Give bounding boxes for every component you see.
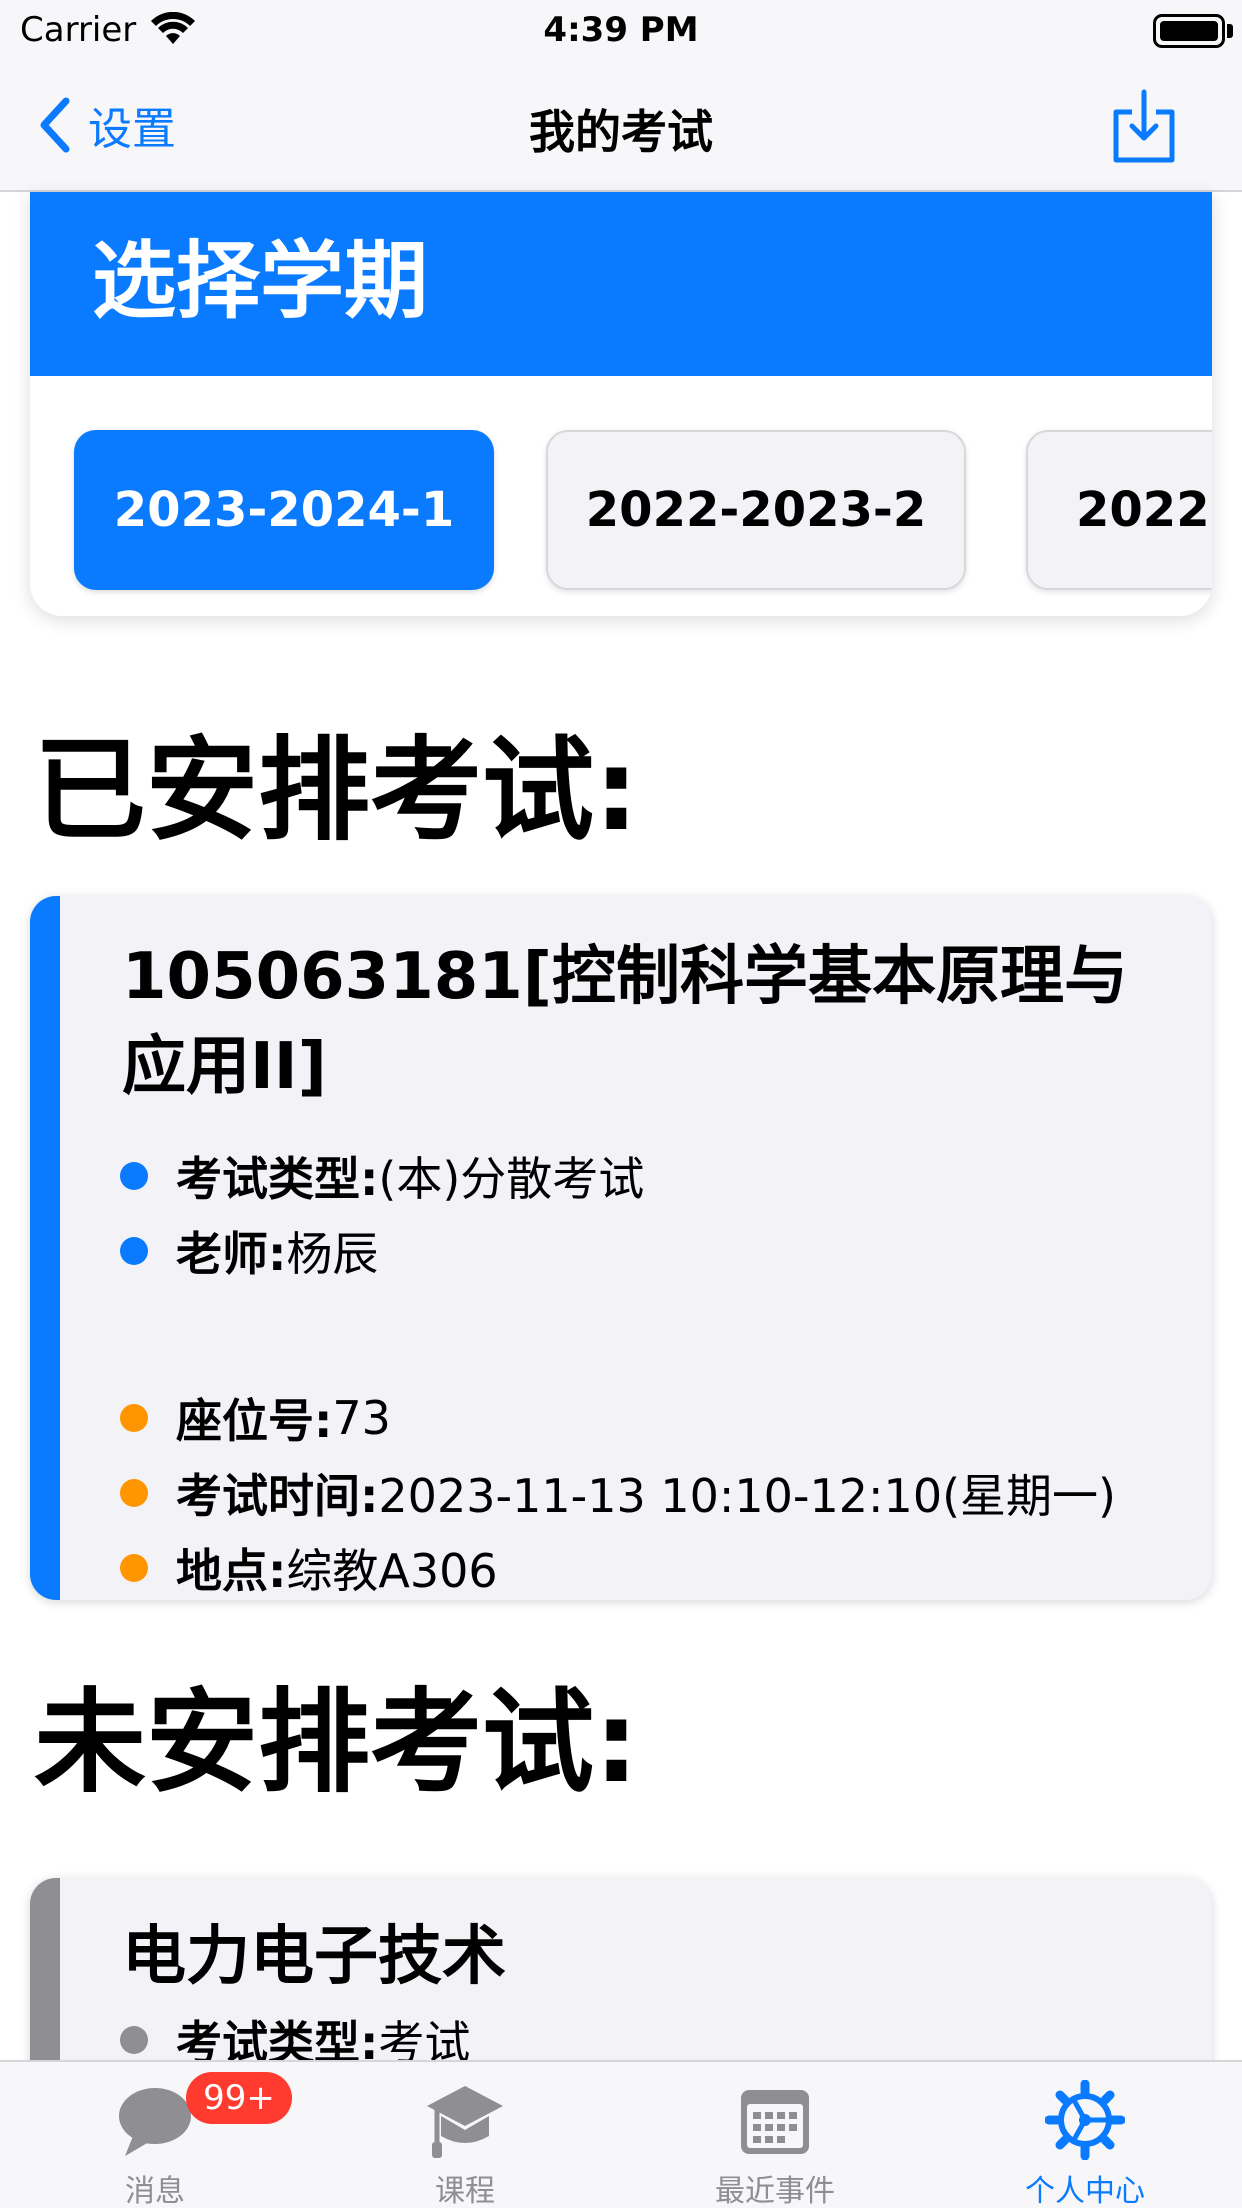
semester-card: 选择学期 2023-2024-1 2022-2023-2 2022-	[30, 192, 1212, 616]
orange-dot-icon	[120, 1404, 148, 1432]
exam-name: 电力电子技术	[122, 1920, 506, 1994]
tab-bar: 99+ 消息 课程 最近事件 个人中心	[0, 2060, 1242, 2208]
orange-dot-icon	[120, 1554, 148, 1582]
exam-card-accent-bar	[30, 896, 60, 1600]
tab-label: 消息	[125, 2174, 185, 2208]
exam-type-label: 考试类型:	[176, 1152, 379, 1206]
page-title: 我的考试	[529, 105, 713, 159]
blue-dot-icon	[120, 1162, 148, 1190]
graduation-cap-icon	[427, 2086, 503, 2158]
teacher-label: 老师:	[176, 1227, 287, 1281]
semester-option-2022-2023-2[interactable]: 2022-2023-2	[546, 430, 966, 590]
blue-dot-icon	[120, 1237, 148, 1265]
exam-card[interactable]: 105063181[控制科学基本原理与 应用II] 考试类型: (本)分散考试 …	[30, 896, 1212, 1600]
exam-type-row: 考试类型: (本)分散考试	[120, 1146, 644, 1206]
tab-personal-center[interactable]: 个人中心	[930, 2062, 1240, 2208]
calendar-icon	[741, 2090, 809, 2154]
tab-label: 个人中心	[1025, 2174, 1145, 2208]
unarranged-exams-title: 未安排考试:	[34, 1678, 639, 1808]
semester-header: 选择学期	[30, 192, 1212, 376]
status-time: 4:39 PM	[543, 10, 699, 50]
tab-label: 最近事件	[715, 2174, 835, 2208]
orange-dot-icon	[120, 1479, 148, 1507]
tab-label: 课程	[435, 2174, 495, 2208]
exam-time-value: 2023-11-13 10:10-12:10(星期一)	[378, 1469, 1116, 1523]
download-icon[interactable]	[1110, 88, 1178, 164]
exam-name-line-1: 105063181[控制科学基本原理与	[122, 940, 1129, 1014]
location-value: 综教A306	[286, 1544, 498, 1598]
semester-option-2023-2024-1[interactable]: 2023-2024-1	[74, 430, 494, 590]
tab-recent-events[interactable]: 最近事件	[620, 2062, 930, 2208]
seat-row: 座位号: 73	[120, 1388, 391, 1448]
gray-dot-icon	[120, 2026, 148, 2054]
exam-time-label: 考试时间:	[176, 1469, 379, 1523]
location-label: 地点:	[176, 1544, 287, 1598]
semester-option-2022-partial[interactable]: 2022-	[1026, 430, 1212, 590]
teacher-value: 杨辰	[286, 1227, 379, 1281]
exam-name-line-2: 应用II]	[122, 1030, 327, 1104]
tab-messages[interactable]: 99+ 消息	[0, 2062, 310, 2208]
message-bubble-icon	[119, 2088, 191, 2156]
battery-icon	[1153, 14, 1225, 48]
status-bar: Carrier 4:39 PM	[0, 0, 1242, 62]
navigation-bar: 设置 我的考试	[0, 62, 1242, 192]
exam-time-row: 考试时间: 2023-11-13 10:10-12:10(星期一)	[120, 1463, 1116, 1523]
exam-name: 105063181[控制科学基本原理与 应用II]	[122, 932, 1182, 1112]
exam-type-value: (本)分散考试	[378, 1152, 645, 1206]
gear-icon	[1045, 2080, 1125, 2160]
seat-value: 73	[332, 1391, 391, 1445]
teacher-row: 老师: 杨辰	[120, 1221, 378, 1281]
location-row: 地点: 综教A306	[120, 1538, 498, 1598]
semester-title: 选择学期	[92, 232, 429, 330]
seat-label: 座位号:	[176, 1394, 333, 1448]
tab-courses[interactable]: 课程	[310, 2062, 620, 2208]
unread-badge: 99+	[186, 2072, 292, 2124]
battery-tip	[1227, 24, 1233, 38]
arranged-exams-title: 已安排考试:	[34, 726, 639, 856]
